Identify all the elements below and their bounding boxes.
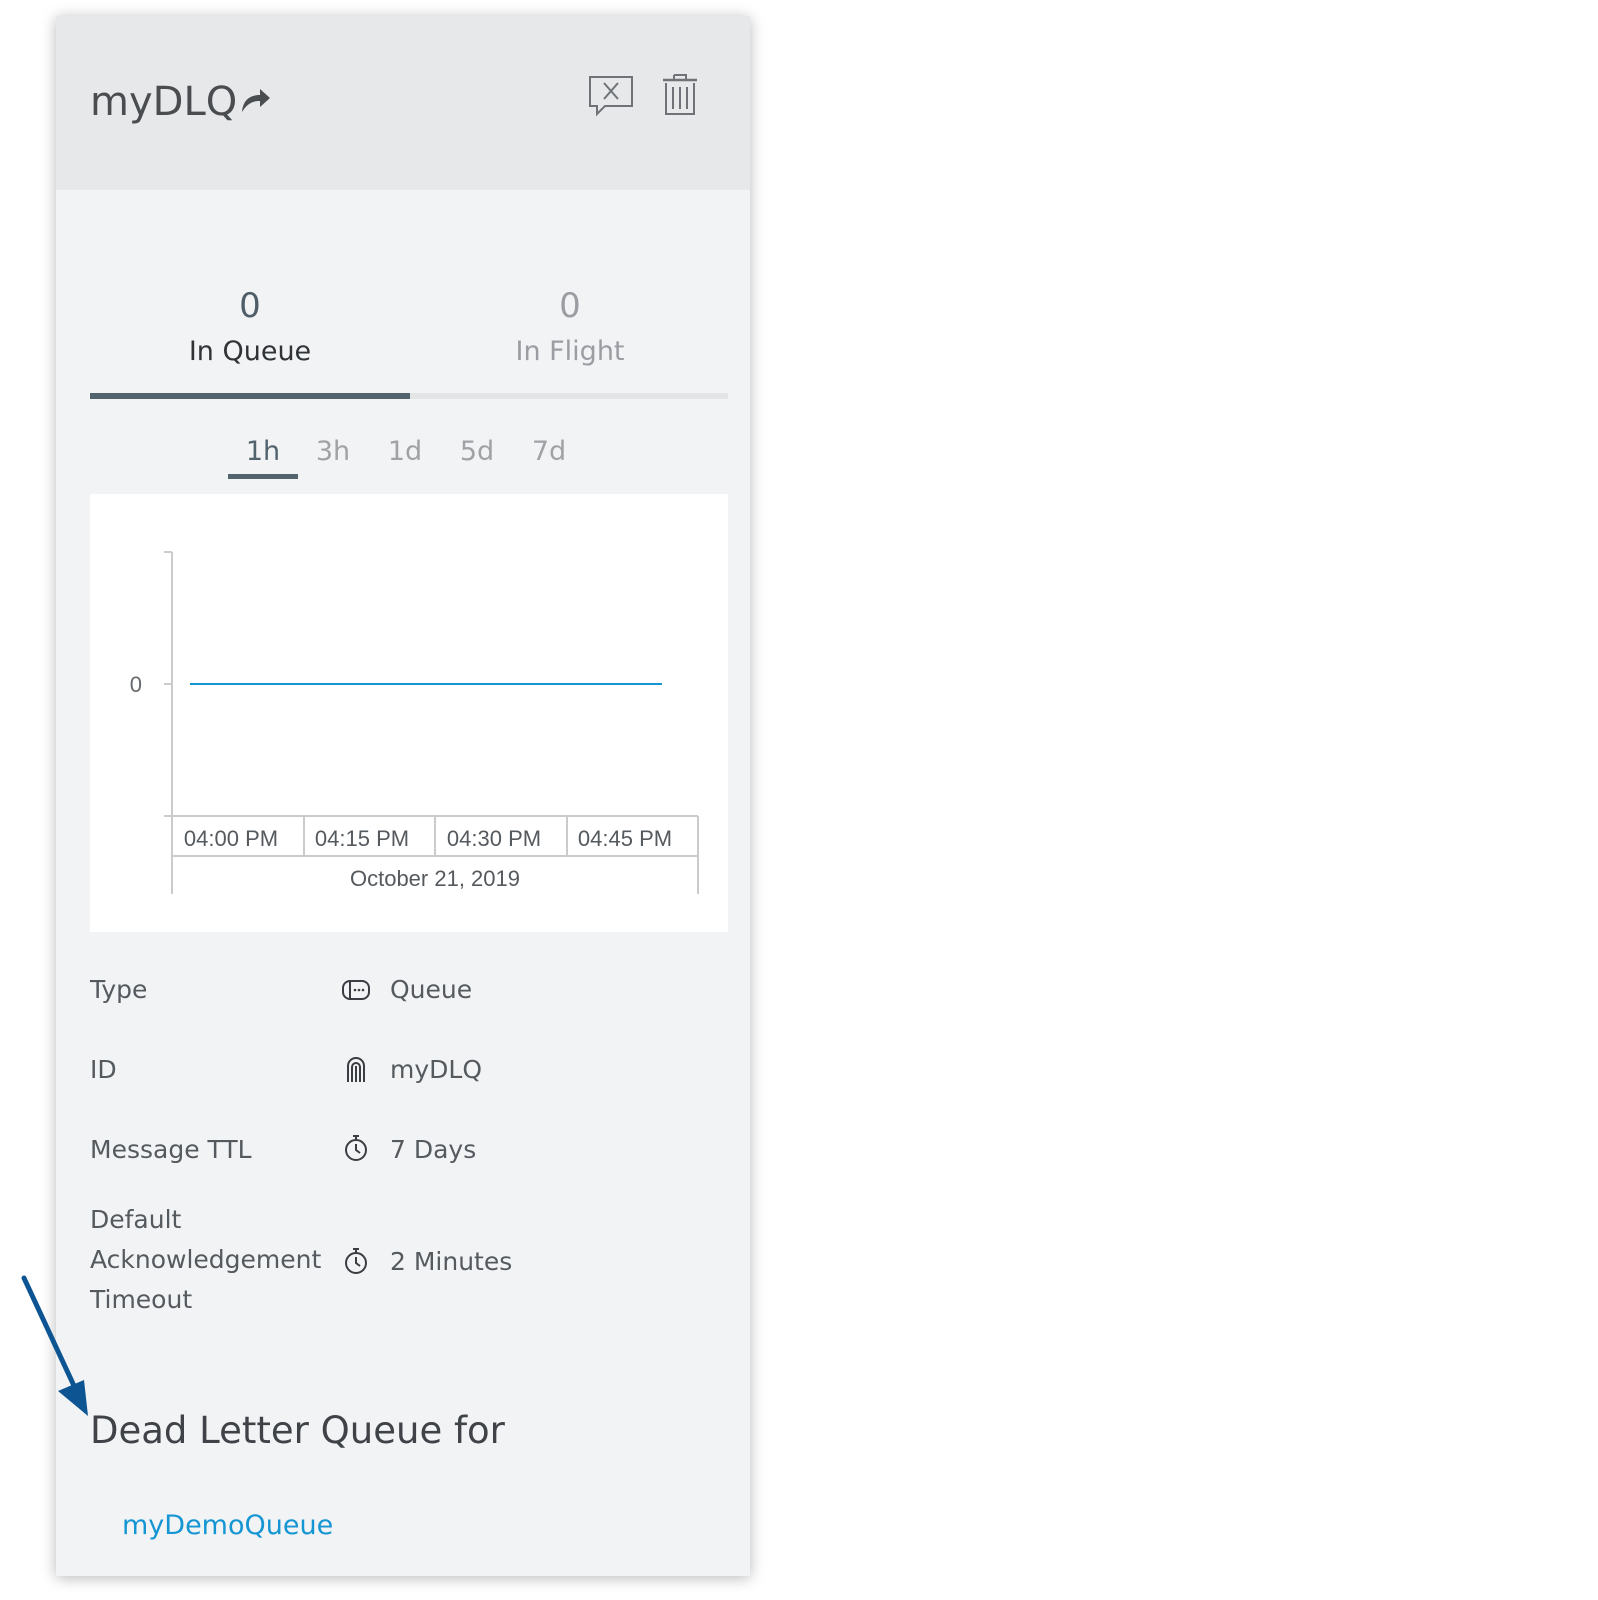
queue-chart-svg: 0 04:00 PM 04:15 PM 04:30 PM 04:45 PM Oc…: [130, 551, 699, 894]
annotation-arrow-icon: [21, 1275, 88, 1416]
prop-value-ack-timeout: 2 Minutes: [390, 1247, 513, 1276]
prop-value-message-ttl: 7 Days: [390, 1135, 477, 1164]
source-queue-link[interactable]: myDemoQueue: [122, 1508, 333, 1544]
prop-label-message-ttl: Message TTL: [90, 1135, 252, 1164]
delete-queue-button[interactable]: [660, 71, 700, 117]
message-clear-icon: [589, 76, 633, 117]
y-tick-label-0: 0: [130, 672, 142, 697]
queue-title: myDLQ: [90, 78, 271, 126]
range-tab-1h[interactable]: 1h: [228, 432, 298, 472]
trash-icon: [663, 74, 697, 115]
range-tab-3h[interactable]: 3h: [300, 432, 366, 472]
in-flight-label: In Flight: [515, 336, 625, 367]
prop-label-ack-line-2: Acknowledgement: [90, 1245, 322, 1274]
x-tick-label-0: 04:00 PM: [184, 826, 278, 851]
range-tab-7d[interactable]: 7d: [516, 432, 582, 472]
range-tab-5d[interactable]: 5d: [444, 432, 510, 472]
purge-messages-button[interactable]: [588, 74, 634, 118]
stopwatch-icon: [345, 1135, 367, 1161]
stopwatch-icon: [345, 1248, 367, 1274]
x-group-label: October 21, 2019: [350, 866, 520, 891]
in-queue-count: 0: [239, 286, 261, 326]
range-tab-1d[interactable]: 1d: [372, 432, 438, 472]
prop-label-ack-line-3: Timeout: [90, 1285, 193, 1314]
in-queue-label: In Queue: [188, 336, 312, 367]
prop-label-ack-line-1: Default: [90, 1205, 182, 1234]
queue-chart: 0 04:00 PM 04:15 PM 04:30 PM 04:45 PM Oc…: [90, 494, 728, 932]
stat-in-queue[interactable]: 0 In Queue: [90, 286, 410, 370]
dead-letter-heading: Dead Letter Queue for: [90, 1409, 505, 1452]
stat-in-flight[interactable]: 0 In Flight: [410, 286, 730, 370]
share-arrow-icon: [242, 89, 271, 112]
prop-value-type: Queue: [390, 975, 473, 1004]
in-flight-count: 0: [559, 286, 581, 326]
range-tab-underline: [228, 474, 298, 479]
prop-label-ack-timeout: Default Acknowledgement Timeout: [90, 1200, 321, 1320]
queue-detail-panel: myDLQ 0 In Queue 0 In Flight 1h 3h 1d 5d…: [56, 16, 750, 1576]
prop-value-id: myDLQ: [390, 1055, 483, 1084]
x-tick-label-3: 04:45 PM: [578, 826, 672, 851]
x-tick-label-2: 04:30 PM: [447, 826, 541, 851]
queue-title-text: myDLQ: [90, 79, 238, 125]
stat-tab-indicator: [90, 393, 410, 399]
panel-header: myDLQ: [56, 16, 750, 190]
fingerprint-icon: [347, 1057, 365, 1082]
x-tick-label-1: 04:15 PM: [315, 826, 409, 851]
queue-icon: [342, 980, 370, 1000]
